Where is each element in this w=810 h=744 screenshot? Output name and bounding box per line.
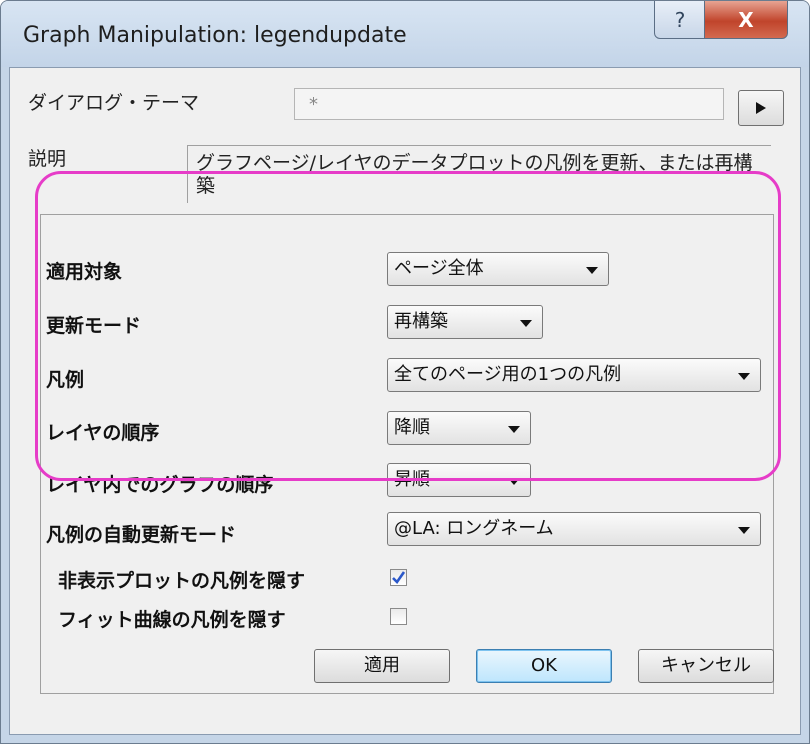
apply-target-label: 適用対象 [46,261,123,283]
legend-value: 全てのページ用の1つの凡例 [394,364,622,385]
play-arrow-icon [756,102,766,114]
title-bar[interactable]: Graph Manipulation: legendupdate ? X [1,1,809,67]
help-button[interactable]: ? [654,1,706,39]
auto-update-mode-value: @LA: ロングネーム [394,518,554,539]
layer-order-label: レイヤの順序 [46,422,160,444]
dialog-theme-label: ダイアログ・テーマ [28,92,200,114]
layer-order-select[interactable]: 降順 [387,411,531,445]
plot-order-value: 昇順 [394,469,430,490]
hide-hidden-plots-checkbox[interactable] [390,569,407,586]
window-title: Graph Manipulation: legendupdate [23,23,407,48]
checkmark-icon [392,571,406,585]
auto-update-mode-label: 凡例の自動更新モード [46,524,237,546]
cancel-button[interactable]: キャンセル [638,649,774,683]
plot-order-select[interactable]: 昇順 [387,463,531,497]
update-mode-select[interactable]: 再構築 [387,305,543,339]
update-mode-label: 更新モード [46,315,142,337]
dialog-body: ダイアログ・テーマ * 説明 グラフページ/レイヤのデータプロットの凡例を更新、… [9,67,801,735]
apply-button[interactable]: 適用 [314,649,450,683]
apply-target-select[interactable]: ページ全体 [387,252,609,286]
chevron-down-icon [738,373,750,380]
close-button[interactable]: X [704,1,788,39]
legend-select[interactable]: 全てのページ用の1つの凡例 [387,358,761,392]
legend-label: 凡例 [46,369,85,391]
chevron-down-icon [520,320,532,327]
dialog-window: Graph Manipulation: legendupdate ? X ダイア… [0,0,810,744]
layer-order-value: 降順 [394,417,430,438]
chevron-down-icon [508,478,520,485]
chevron-down-icon [508,426,520,433]
chevron-down-icon [738,527,750,534]
plot-order-label: レイヤ内でのグラフの順序 [46,474,274,496]
dialog-theme-field[interactable]: * [294,88,724,120]
close-icon: X [738,7,754,32]
hide-hidden-plots-label: 非表示プロットの凡例を隠す [58,570,306,592]
update-mode-value: 再構築 [394,311,448,332]
help-icon: ? [674,7,686,32]
chevron-down-icon [586,267,598,274]
ok-button[interactable]: OK [476,649,612,683]
auto-update-mode-select[interactable]: @LA: ロングネーム [387,512,761,546]
description-text: グラフページ/レイヤのデータプロットの凡例を更新、または再構築 [187,145,771,203]
hide-fit-curves-checkbox[interactable] [390,608,407,625]
hide-fit-curves-label: フィット曲線の凡例を隠す [58,609,286,631]
theme-menu-button[interactable] [738,90,784,126]
description-label: 説明 [28,148,67,170]
apply-target-value: ページ全体 [394,258,484,279]
